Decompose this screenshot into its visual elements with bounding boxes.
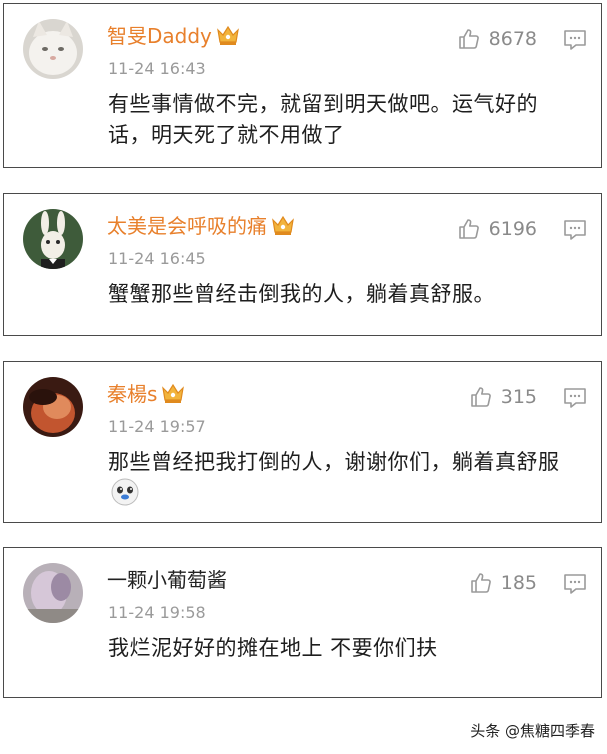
thumbs-up-icon bbox=[470, 573, 491, 593]
comment-card: 太美是会呼吸的痛 11-24 16:45 6196 蟹蟹那些曾经击倒我的人，躺着… bbox=[3, 193, 602, 336]
comment-text: 有些事情做不完，就留到明天做吧。运气好的话，明天死了就不用做了 bbox=[108, 92, 538, 147]
like-count: 8678 bbox=[488, 28, 537, 50]
like-count: 315 bbox=[500, 386, 537, 408]
avatar[interactable] bbox=[23, 209, 83, 269]
watermark: 头条 @焦糖四季春 bbox=[470, 722, 595, 740]
avatar[interactable] bbox=[23, 377, 83, 437]
comment-icon[interactable] bbox=[563, 387, 587, 409]
like-button[interactable]: 315 bbox=[469, 384, 537, 410]
comment-icon[interactable] bbox=[563, 29, 587, 51]
comment-text: 我烂泥好好的摊在地上 不要你们扶 bbox=[108, 636, 438, 660]
username[interactable]: 一颗小葡萄酱 bbox=[107, 567, 227, 593]
comment-icon[interactable] bbox=[563, 219, 587, 241]
username[interactable]: 秦楊s bbox=[107, 381, 185, 407]
username-text[interactable]: 太美是会呼吸的痛 bbox=[107, 214, 267, 238]
thumbs-up-icon bbox=[458, 219, 479, 239]
comment-text: 蟹蟹那些曾经击倒我的人，躺着真舒服。 bbox=[108, 282, 495, 306]
username-text[interactable]: 智旻Daddy bbox=[107, 24, 212, 48]
comment-card: 智旻Daddy 11-24 16:43 8678 有些事情做不完，就留到明天做吧… bbox=[3, 3, 602, 168]
comment-icon[interactable] bbox=[563, 573, 587, 595]
timestamp: 11-24 19:58 bbox=[108, 603, 206, 622]
comment-text-content: 那些曾经把我打倒的人，谢谢你们，躺着真舒服 bbox=[108, 450, 560, 474]
username-text[interactable]: 一颗小葡萄酱 bbox=[107, 568, 227, 592]
thumbs-up-icon bbox=[470, 387, 491, 407]
timestamp: 11-24 16:43 bbox=[108, 59, 206, 78]
crown-badge-icon bbox=[162, 383, 185, 403]
username[interactable]: 太美是会呼吸的痛 bbox=[107, 213, 295, 239]
like-count: 6196 bbox=[488, 218, 537, 240]
crown-badge-icon bbox=[272, 215, 294, 235]
like-count: 185 bbox=[500, 572, 537, 594]
comment-card: 秦楊s 11-24 19:57 315 那些曾经把我打倒的人，谢谢你们，躺着真舒… bbox=[3, 361, 602, 523]
like-button[interactable]: 6196 bbox=[457, 216, 537, 242]
comment-card: 一颗小葡萄酱 11-24 19:58 185 我烂泥好好的摊在地上 不要你们扶 bbox=[3, 547, 602, 698]
username-text[interactable]: 秦楊s bbox=[107, 382, 157, 406]
avatar[interactable] bbox=[23, 19, 83, 79]
doge-emoji-icon bbox=[111, 478, 139, 506]
like-button[interactable]: 8678 bbox=[457, 26, 537, 52]
avatar[interactable] bbox=[23, 563, 83, 623]
like-button[interactable]: 185 bbox=[469, 570, 537, 596]
timestamp: 11-24 16:45 bbox=[108, 249, 206, 268]
crown-badge-icon bbox=[216, 25, 239, 45]
timestamp: 11-24 19:57 bbox=[108, 417, 206, 436]
username[interactable]: 智旻Daddy bbox=[107, 23, 240, 49]
comment-text: 那些曾经把我打倒的人，谢谢你们，躺着真舒服 bbox=[108, 447, 578, 509]
thumbs-up-icon bbox=[458, 29, 479, 49]
